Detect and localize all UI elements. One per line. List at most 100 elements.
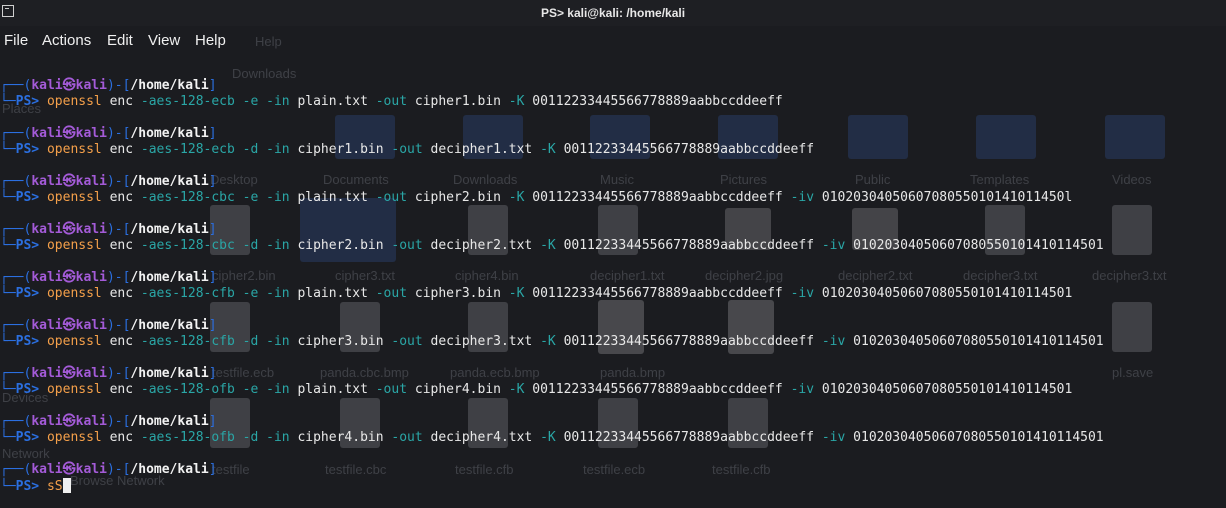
command-flag: -in <box>266 430 290 445</box>
prompt-path: /home/kali <box>130 222 209 237</box>
command-name: openssl <box>46 382 102 397</box>
command-flag: -in <box>266 382 290 397</box>
command-subcommand: enc <box>109 94 134 109</box>
folder-icon <box>1105 115 1165 159</box>
prompt-user-host: kali㉿kali <box>31 174 107 189</box>
prompt-line: ┌──(kali㉿kali)-[/home/kali] <box>0 270 217 286</box>
bg-label: cipher2.bin <box>212 268 276 283</box>
bg-label: Music <box>600 172 634 187</box>
prompt-user-host: kali㉿kali <box>31 270 107 285</box>
prompt-bracket: └─ <box>0 382 16 397</box>
command-flag: -in <box>266 238 290 253</box>
menu-view[interactable]: View <box>148 32 180 49</box>
command-line: └─PS> openssl enc -aes-128-cbc -e -in pl… <box>0 190 1072 206</box>
prompt-bracket: )-[ <box>106 414 131 429</box>
bg-label: testfile.cfb <box>455 462 514 477</box>
prompt-bracket: )-[ <box>106 174 131 189</box>
prompt-path: /home/kali <box>130 366 209 381</box>
command-subcommand: enc <box>109 382 134 397</box>
prompt-line: ┌──(kali㉿kali)-[/home/kali] <box>0 174 217 190</box>
bg-label: decipher3.txt <box>963 268 1038 283</box>
bg-label: Downloads <box>453 172 518 187</box>
command-flag: -iv <box>790 190 815 205</box>
prompt-path: /home/kali <box>130 174 209 189</box>
command-name: openssl <box>46 238 102 253</box>
bg-label: testfile.cfb <box>712 462 771 477</box>
prompt-bracket: ] <box>208 366 217 381</box>
command-name: openssl <box>46 94 102 109</box>
command-subcommand: enc <box>109 238 134 253</box>
bg-label: Videos <box>1112 172 1152 187</box>
command-arg: 01020304050607080550101410114501 <box>821 286 1073 301</box>
command-flag: -iv <box>790 382 815 397</box>
ps-prompt: PS> <box>15 334 40 349</box>
command-subcommand: enc <box>109 190 134 205</box>
command-flag: -in <box>266 334 290 349</box>
prompt-bracket: )-[ <box>106 270 131 285</box>
command-flag: -iv <box>790 286 815 301</box>
command-flag: -out <box>375 94 408 109</box>
command-flag: -K <box>508 286 525 301</box>
bg-label: pl.save <box>1112 365 1154 380</box>
command-arg: 00112233445566778889aabbccddeeff <box>532 286 783 301</box>
command-arg: 00112233445566778889aabbccddeeff <box>563 238 815 253</box>
command-line: └─PS> openssl enc -aes-128-cfb -d -in ci… <box>0 334 1104 350</box>
prompt-bracket: ┌──( <box>0 222 32 237</box>
command-name: openssl <box>46 430 102 445</box>
bg-label: Templates <box>970 172 1030 187</box>
command-flag: -in <box>266 286 290 301</box>
command-flag: -e <box>242 382 259 397</box>
command-arg: cipher1.bin <box>414 94 501 109</box>
prompt-bracket: └─ <box>0 142 16 157</box>
command-arg: 01020304050607080550101410114501 <box>853 238 1104 253</box>
ps-prompt: PS> <box>15 94 40 109</box>
command-flag: -aes-128-cbc <box>140 238 235 253</box>
title-bar: PS> kali@kali: /home/kali <box>0 0 1226 26</box>
menu-file[interactable]: File <box>4 32 28 49</box>
menu-help[interactable]: Help <box>195 32 226 49</box>
window-title: PS> kali@kali: /home/kali <box>540 6 686 20</box>
command-flag: -aes-128-ofb <box>140 382 235 397</box>
command-arg: plain.txt <box>297 94 368 109</box>
command-arg: decipher2.txt <box>430 238 533 253</box>
command-flag: -iv <box>821 238 846 253</box>
command-flag: -K <box>540 142 556 157</box>
command-flag: -out <box>391 238 423 253</box>
command-flag: -K <box>508 94 525 109</box>
menu-edit[interactable]: Edit <box>107 32 133 49</box>
command-flag: -in <box>266 190 290 205</box>
command-arg: cipher3.bin <box>414 286 501 301</box>
prompt-bracket: └─ <box>0 334 16 349</box>
command-flag: -e <box>242 190 259 205</box>
current-input: sS <box>46 479 63 494</box>
command-arg: 00112233445566778889aabbccddeeff <box>532 382 783 397</box>
prompt-bracket: └─ <box>0 94 16 109</box>
command-flag: -out <box>391 430 423 445</box>
command-arg: decipher1.txt <box>430 142 533 157</box>
command-arg: 0102030405060708055010141011450l <box>821 190 1073 205</box>
command-arg: 01020304050607080550101410114501 <box>853 334 1104 349</box>
bg-label: testfile.cbc <box>325 462 387 477</box>
prompt-bracket: )-[ <box>106 126 131 141</box>
bg-label: Network <box>2 446 50 461</box>
command-flag: -e <box>242 286 259 301</box>
prompt-bracket: ] <box>208 318 217 333</box>
text-cursor <box>62 478 71 493</box>
bg-label: Desktop <box>210 172 258 187</box>
prompt-user-host: kali㉿kali <box>31 462 107 477</box>
command-arg: 00112233445566778889aabbccddeeff <box>532 94 783 109</box>
prompt-path: /home/kali <box>130 318 209 333</box>
command-arg: 01020304050607080550101410114501 <box>853 430 1104 445</box>
menu-actions[interactable]: Actions <box>42 32 91 49</box>
menu-bar: File Actions Edit View Help <box>0 26 1226 54</box>
prompt-path: /home/kali <box>130 414 209 429</box>
command-flag: -out <box>375 286 408 301</box>
command-arg: cipher4.bin <box>297 430 384 445</box>
bg-label: testfile <box>212 462 250 477</box>
bg-label: decipher2.jpg <box>705 268 784 283</box>
command-arg: decipher3.txt <box>430 334 533 349</box>
command-arg: decipher4.txt <box>430 430 533 445</box>
prompt-line: ┌──(kali㉿kali)-[/home/kali] <box>0 222 217 238</box>
command-flag: -aes-128-ecb <box>140 142 235 157</box>
command-flag: -in <box>266 94 290 109</box>
